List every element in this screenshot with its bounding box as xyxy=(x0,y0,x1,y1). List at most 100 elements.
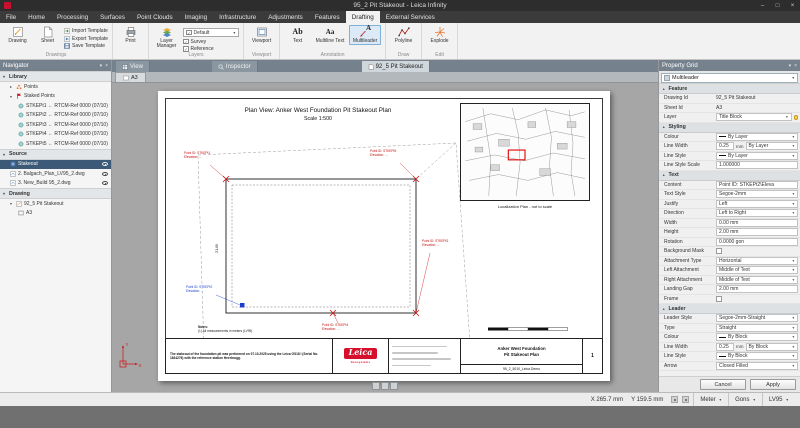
direction-select[interactable]: Left to Right ▼ xyxy=(716,209,798,217)
source-item-dwg-2[interactable]: 2. Balgach_Plan_LV95_2.dwg xyxy=(0,169,111,179)
section-library[interactable]: ▾ Library xyxy=(0,71,111,82)
drawing-item-92-5[interactable]: ▾ 92_5 Pit Stakeout xyxy=(0,199,111,209)
snap-toggle-icon[interactable] xyxy=(682,396,689,403)
collapse-icon[interactable]: ▾ xyxy=(10,201,14,206)
line-width-select[interactable]: By Layer ▼ xyxy=(746,142,799,150)
text-style-select[interactable]: Segoe-2mm ▼ xyxy=(716,190,798,198)
menu-tab-infrastructure[interactable]: Infrastructure xyxy=(213,11,262,23)
colour-select[interactable]: By Layer ▼ xyxy=(716,133,798,141)
leader-line-style-select[interactable]: By Block ▼ xyxy=(716,352,798,360)
grid-toggle-icon[interactable] xyxy=(671,396,678,403)
lightbulb-icon[interactable] xyxy=(794,115,799,120)
menu-tab-drafting[interactable]: Drafting xyxy=(346,11,380,23)
panel-close-icon[interactable]: × xyxy=(105,63,108,69)
angle-unit-select[interactable]: Gons ▼ xyxy=(728,393,762,406)
cancel-button[interactable]: Cancel xyxy=(700,379,746,390)
expand-icon[interactable]: ▸ xyxy=(10,84,14,89)
layer-manager-button[interactable]: Layer Manager xyxy=(153,25,180,51)
sheet-tab-a3[interactable]: A3 xyxy=(115,72,146,82)
panel-menu-icon[interactable]: ▾ xyxy=(789,63,792,69)
drawing-button[interactable]: Drawing xyxy=(4,25,31,45)
section-source[interactable]: ▾ Source xyxy=(0,149,111,160)
menu-tab-processing[interactable]: Processing xyxy=(51,11,94,23)
leader-line-width-select[interactable]: By Block ▼ xyxy=(746,343,799,351)
eye-icon[interactable] xyxy=(102,162,108,166)
menu-tab-features[interactable]: Features xyxy=(309,11,346,23)
tree-item-staked-points[interactable]: ▾ Staked Points xyxy=(0,92,111,102)
section-text[interactable]: ▲ Text xyxy=(659,171,800,181)
menu-tab-adjustments[interactable]: Adjustments xyxy=(262,11,309,23)
eye-icon[interactable] xyxy=(102,172,108,176)
attachment-type-select[interactable]: Horizontal ▼ xyxy=(716,257,798,265)
panel-close-icon[interactable]: × xyxy=(794,63,797,69)
section-feature[interactable]: ▲ Feature xyxy=(659,84,800,94)
minimize-button[interactable]: – xyxy=(755,0,770,11)
tree-item-stkept5[interactable]: STKEPt5 ← RTCM-Ref 0000 (07/10) xyxy=(0,139,111,149)
layer-select[interactable]: ✓ Default ▼ xyxy=(183,28,239,37)
fit-tool-icon[interactable] xyxy=(390,382,398,390)
leader-type-select[interactable]: Straight ▼ xyxy=(716,324,798,332)
leader-line-width-input[interactable]: 0.25 xyxy=(716,343,734,351)
tree-item-stkept3[interactable]: STKEPt3 ← RTCM-Ref 0000 (07/10) xyxy=(0,120,111,130)
entity-type-select[interactable]: Multileader ▼ xyxy=(661,73,798,83)
section-leader[interactable]: ▲ Leader xyxy=(659,304,800,314)
viewport-button[interactable]: Viewport xyxy=(248,25,275,45)
source-item-stakeout[interactable]: Stakeout xyxy=(0,160,111,170)
justify-select[interactable]: Left ▼ xyxy=(716,200,798,208)
survey-toggle[interactable]: ✓ Survey xyxy=(183,39,239,45)
collapse-icon[interactable]: ▾ xyxy=(3,152,7,157)
explode-button[interactable]: Explode xyxy=(426,25,453,45)
menu-tab-external-services[interactable]: External Services xyxy=(380,11,441,23)
menu-tab-imaging[interactable]: Imaging xyxy=(179,11,213,23)
menu-tab-file[interactable]: File xyxy=(0,11,22,23)
panel-menu-icon[interactable]: ▾ xyxy=(100,63,103,69)
source-item-dwg-3[interactable]: 3. New_Build 95_2.dwg xyxy=(0,179,111,189)
collapse-icon[interactable]: ▾ xyxy=(3,191,7,196)
drawing-canvas[interactable]: 2149 Plan View: Anker West Foundation Pi… xyxy=(112,83,658,392)
layer-select[interactable]: Title Block ▼ xyxy=(716,113,792,121)
polyline-button[interactable]: Polyline xyxy=(390,25,417,45)
background-mask-checkbox[interactable] xyxy=(716,248,722,254)
print-button[interactable]: Print xyxy=(117,25,144,45)
line-width-input[interactable]: 0.25 xyxy=(716,142,734,150)
eye-icon[interactable] xyxy=(102,181,108,185)
unit-select[interactable]: Meter ▼ xyxy=(693,393,728,406)
sheet-button[interactable]: Sheet xyxy=(34,25,61,45)
survey-checkbox[interactable]: ✓ xyxy=(183,39,189,45)
rotation-input[interactable]: 0.0000 gon xyxy=(716,238,798,246)
close-button[interactable]: × xyxy=(785,0,800,11)
line-style-select[interactable]: By Layer ▼ xyxy=(716,152,798,160)
tab-view[interactable]: View xyxy=(116,61,150,72)
tree-item-stkept1[interactable]: STKEPt1 ← RTCM-Ref 0000 (07/10) xyxy=(0,101,111,111)
left-attachment-select[interactable]: Middle of Text ▼ xyxy=(716,266,798,274)
export-template-button[interactable]: Export Template xyxy=(64,36,108,42)
maximize-button[interactable]: □ xyxy=(770,0,785,11)
right-attachment-select[interactable]: Middle of Text ▼ xyxy=(716,276,798,284)
leader-style-select[interactable]: Segoe-2mm-Straight ▼ xyxy=(716,314,798,322)
section-drawing[interactable]: ▾ Drawing xyxy=(0,188,111,199)
arrow-select[interactable]: Closed Filled ▼ xyxy=(716,362,798,370)
collapse-icon[interactable]: ▾ xyxy=(10,94,14,99)
menu-tab-point-clouds[interactable]: Point Clouds xyxy=(131,11,179,23)
drawing-item-a3[interactable]: A3 xyxy=(0,209,111,219)
tab-inspector[interactable]: Inspector xyxy=(212,61,258,72)
frame-checkbox[interactable] xyxy=(716,296,722,302)
collapse-icon[interactable]: ▾ xyxy=(3,74,7,79)
import-template-button[interactable]: Import Template xyxy=(64,28,108,34)
line-style-scale-input[interactable]: 1.000000 xyxy=(716,161,798,169)
crs-select[interactable]: LV95 ▼ xyxy=(762,393,795,406)
tree-item-stkept2[interactable]: STKEPt2 ← RTCM-Ref 0000 (07/10) xyxy=(0,111,111,121)
zoom-tool-icon[interactable] xyxy=(372,382,380,390)
width-input[interactable]: 0.00 mm xyxy=(716,219,798,227)
multileader-button[interactable]: A Multileader xyxy=(349,25,381,45)
leader-colour-select[interactable]: By Block ▼ xyxy=(716,333,798,341)
height-input[interactable]: 2.00 mm xyxy=(716,228,798,236)
point-label-selected[interactable]: Point ID: STKEPt2Elevation: ... xyxy=(186,285,212,293)
tree-item-points[interactable]: ▸ Points xyxy=(0,82,111,92)
menu-tab-surfaces[interactable]: Surfaces xyxy=(94,11,131,23)
content-input[interactable]: Point ID: STKEPt2\Eleva xyxy=(716,181,798,189)
apply-button[interactable]: Apply xyxy=(750,379,796,390)
tree-item-stkept4[interactable]: STKEPt4 ← RTCM-Ref 0000 (07/10) xyxy=(0,130,111,140)
reference-checkbox[interactable]: ✓ xyxy=(183,46,189,52)
text-button[interactable]: Ab Text xyxy=(284,25,311,45)
